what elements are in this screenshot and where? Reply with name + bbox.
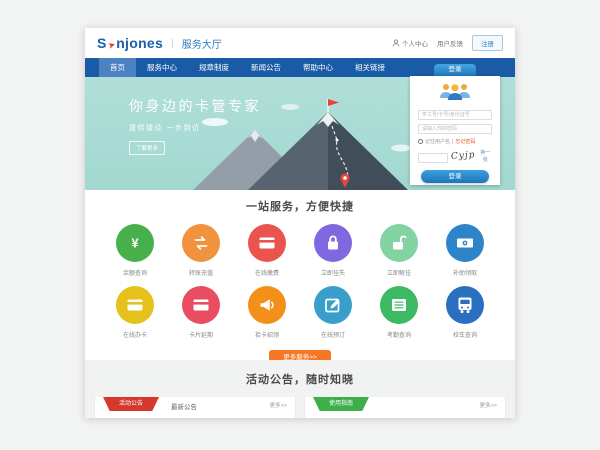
banknote-icon xyxy=(446,224,484,262)
password-input[interactable] xyxy=(418,124,492,134)
service-item[interactable]: ¥ 余额查询 xyxy=(102,224,168,277)
service-label: 立即解挂 xyxy=(366,268,432,277)
announcements-heading: 活动公告，随时知晓 xyxy=(85,371,515,387)
nav-item-2[interactable]: 规章制度 xyxy=(188,58,240,77)
announcements-section: 活动公告，随时知晓 活动公告 最新公告 更多>> 使用指南 更多>> xyxy=(85,360,515,418)
service-label: 考勤查询 xyxy=(366,330,432,339)
service-item[interactable]: 在线办卡 xyxy=(102,286,168,339)
backdrop: S ➤ njones | 服务大厅 个人中心 用户反馈 注册 xyxy=(0,0,600,450)
announcements-panel: 活动公告 最新公告 更多>> xyxy=(95,397,295,418)
bank-card-icon xyxy=(182,286,220,324)
register-button[interactable]: 注册 xyxy=(472,35,503,51)
service-item[interactable]: 卡片延期 xyxy=(168,286,234,339)
nav-item-1[interactable]: 服务中心 xyxy=(136,58,188,77)
logo-arrow-icon: ➤ xyxy=(106,39,117,52)
bank-card-icon xyxy=(248,224,286,262)
services-section: 一站服务，方便快捷 ¥ 余额查询转账充值在线缴费立即挂失立即解挂补助领取在线办卡卡… xyxy=(85,190,515,360)
service-label: 卡片延期 xyxy=(168,330,234,339)
yen-icon: ¥ xyxy=(116,224,154,262)
hero-headline: 你身边的卡管专家 xyxy=(129,96,261,116)
nav-item-3[interactable]: 新闻公告 xyxy=(240,58,292,77)
service-item[interactable]: 拾卡招领 xyxy=(234,286,300,339)
service-label: 在线预订 xyxy=(300,330,366,339)
logo[interactable]: S ➤ njones xyxy=(97,35,163,51)
service-item[interactable]: 在线缴费 xyxy=(234,224,300,277)
hero-banner: 你身边的卡管专家 提供捷径 一步到位 了解更多 xyxy=(85,77,515,190)
service-item[interactable]: 校车查询 xyxy=(432,286,498,339)
remember-label: 记住用户名 xyxy=(425,138,450,145)
captcha-input[interactable] xyxy=(418,153,448,163)
service-item[interactable]: 补助领取 xyxy=(432,224,498,277)
nav-item-0[interactable]: 首页 xyxy=(99,58,136,77)
site-name: 服务大厅 xyxy=(182,36,222,51)
hero-subtitle: 提供捷径 一步到位 xyxy=(129,123,261,133)
captcha-refresh-link[interactable]: 换一张 xyxy=(479,149,492,163)
service-label: 在线缴费 xyxy=(234,268,300,277)
services-grid: ¥ 余额查询转账充值在线缴费立即挂失立即解挂补助领取在线办卡卡片延期拾卡招领在线预… xyxy=(85,224,515,348)
service-label: 余额查询 xyxy=(102,268,168,277)
nav-item-5[interactable]: 相关链接 xyxy=(344,58,396,77)
hero-cta-button[interactable]: 了解更多 xyxy=(129,141,165,155)
list-icon xyxy=(380,286,418,324)
nav-item-4[interactable]: 帮助中心 xyxy=(292,58,344,77)
service-label: 拾卡招领 xyxy=(234,330,300,339)
lock-icon xyxy=(314,224,352,262)
guide-panel: 使用指南 更多>> xyxy=(305,397,505,418)
user-icon xyxy=(392,39,400,47)
service-item[interactable]: 立即解挂 xyxy=(366,224,432,277)
svg-text:¥: ¥ xyxy=(131,236,139,251)
service-item[interactable]: 转账充值 xyxy=(168,224,234,277)
service-label: 校车查询 xyxy=(432,330,498,339)
login-submit-button[interactable]: 登录 xyxy=(421,170,489,183)
service-item[interactable]: 在线预订 xyxy=(300,286,366,339)
header-divider: | xyxy=(171,38,174,49)
captcha-image[interactable]: Cyjp xyxy=(451,150,476,162)
guide-more-link[interactable]: 更多>> xyxy=(480,401,497,409)
service-label: 立即挂失 xyxy=(300,268,366,277)
unlock-icon xyxy=(380,224,418,262)
login-tab[interactable]: 登录 xyxy=(434,64,476,76)
service-label: 转账充值 xyxy=(168,268,234,277)
bank-card-icon xyxy=(116,286,154,324)
announcements-more-link[interactable]: 更多>> xyxy=(270,401,287,409)
logo-text: S xyxy=(97,35,107,51)
tab-activity-announcements[interactable]: 活动公告 xyxy=(103,397,159,411)
personal-center-link[interactable]: 个人中心 xyxy=(392,38,428,48)
login-panel: 登录 记住用户名 | xyxy=(410,64,500,185)
megaphone-icon xyxy=(248,286,286,324)
remember-checkbox[interactable] xyxy=(418,139,423,144)
tab-user-guide[interactable]: 使用指南 xyxy=(313,397,369,411)
tab-latest-announcements[interactable]: 最新公告 xyxy=(171,401,197,411)
transfer-arrows-icon xyxy=(182,224,220,262)
service-item[interactable]: 立即挂失 xyxy=(300,224,366,277)
bus-icon xyxy=(446,286,484,324)
forgot-password-link[interactable]: 忘记密码 xyxy=(455,138,475,145)
service-label: 在线办卡 xyxy=(102,330,168,339)
feedback-link[interactable]: 用户反馈 xyxy=(437,38,463,48)
users-group-icon xyxy=(437,81,473,101)
edit-icon xyxy=(314,286,352,324)
header: S ➤ njones | 服务大厅 个人中心 用户反馈 注册 xyxy=(85,28,515,58)
service-item[interactable]: 考勤查询 xyxy=(366,286,432,339)
services-heading: 一站服务，方便快捷 xyxy=(85,198,515,214)
logo-text: njones xyxy=(116,35,163,51)
username-input[interactable] xyxy=(418,110,492,120)
page: S ➤ njones | 服务大厅 个人中心 用户反馈 注册 xyxy=(85,28,515,418)
service-label: 补助领取 xyxy=(432,268,498,277)
